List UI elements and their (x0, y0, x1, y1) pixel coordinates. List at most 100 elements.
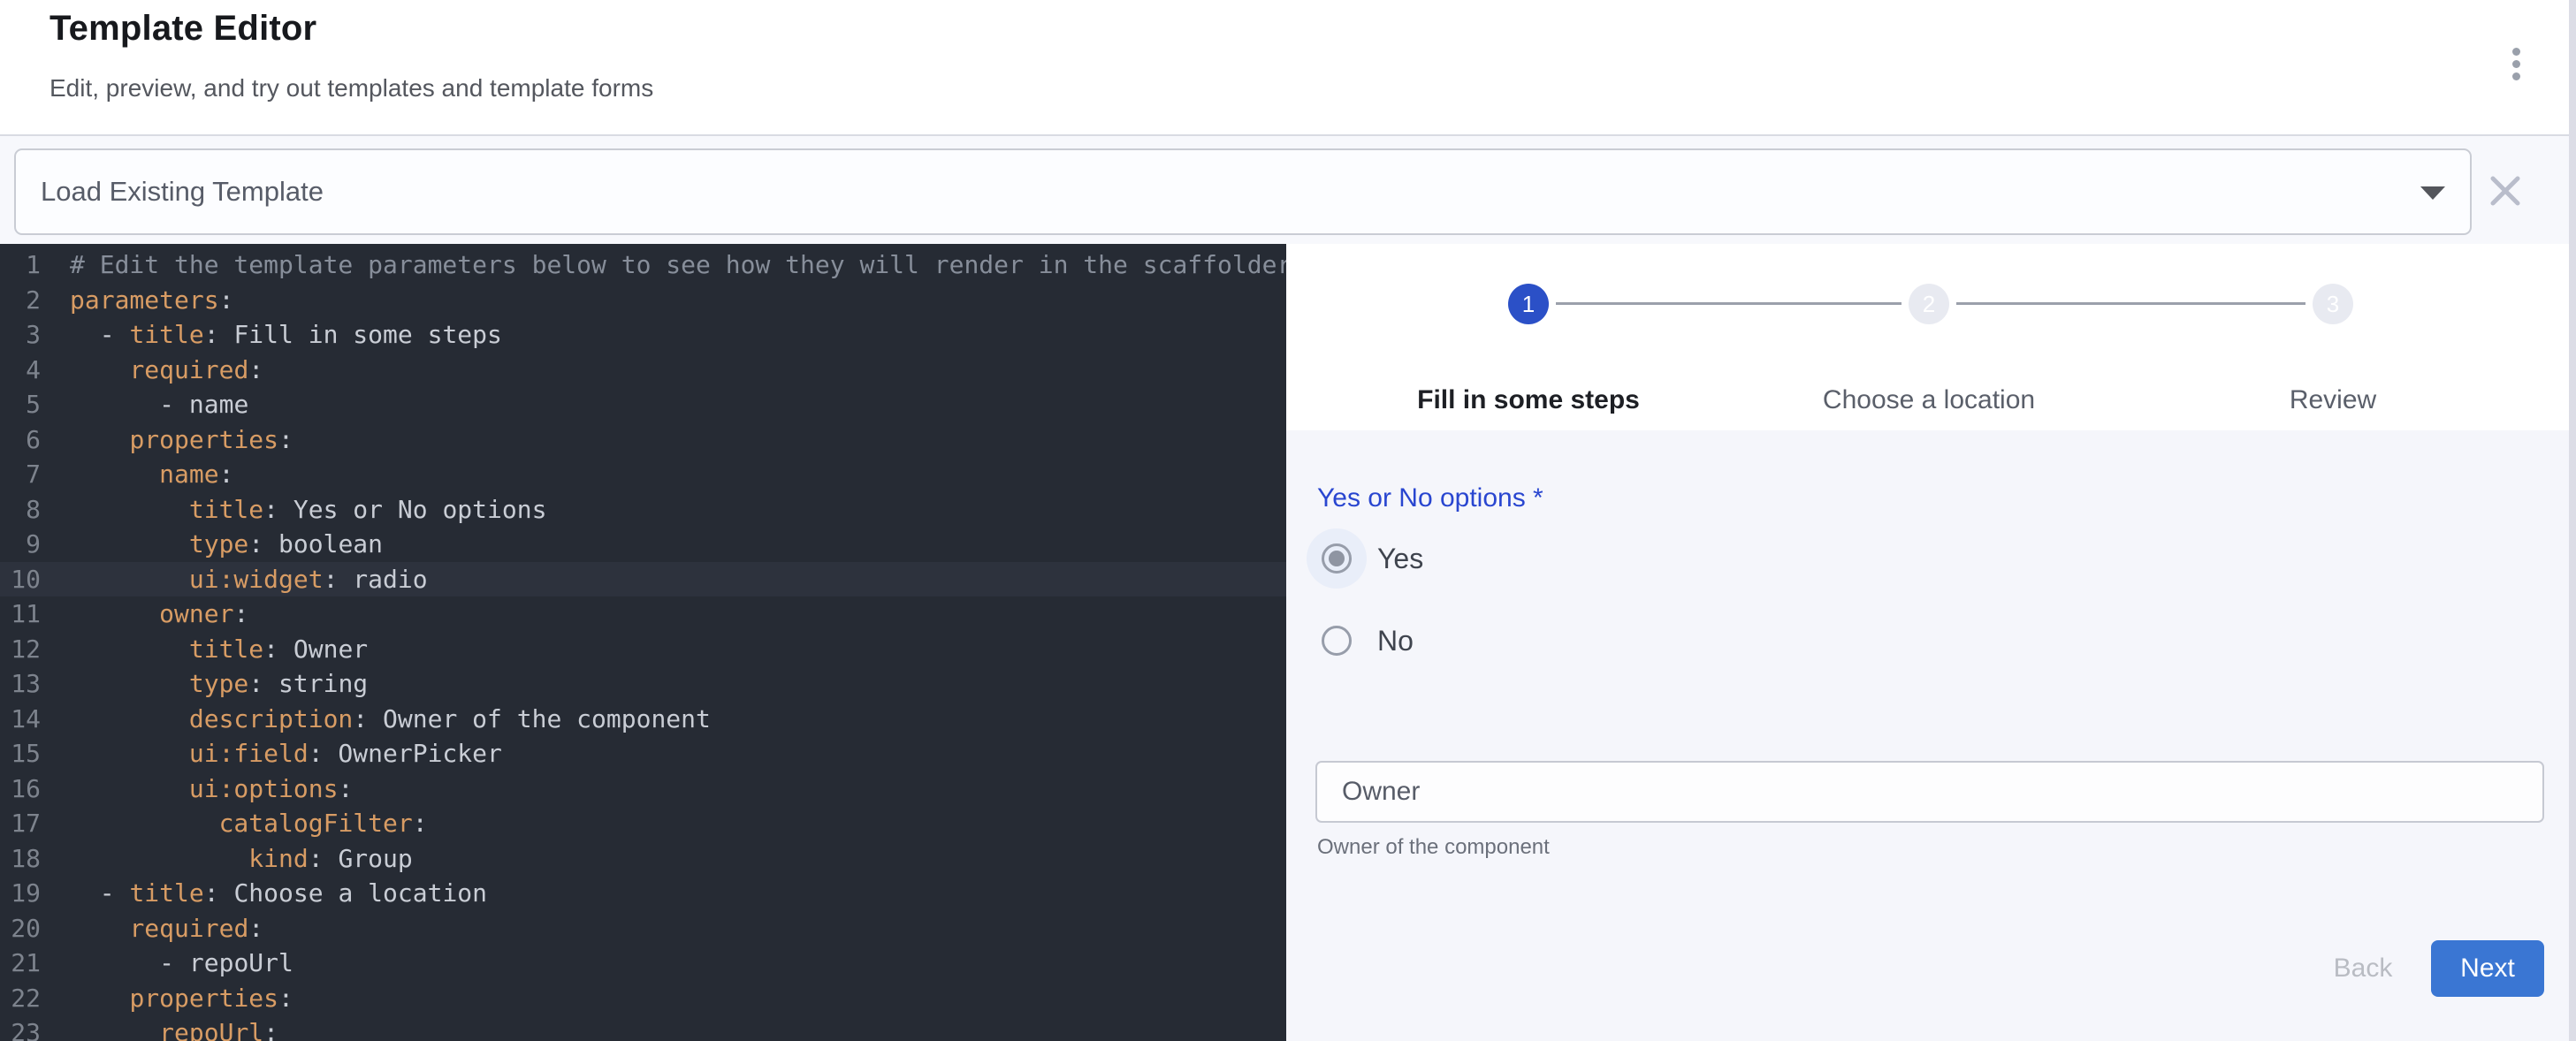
line-text: type: boolean (41, 527, 383, 562)
page-header: Template Editor Edit, preview, and try o… (0, 0, 2576, 134)
next-button[interactable]: Next (2431, 940, 2544, 997)
line-text: title: Owner (41, 632, 368, 667)
line-number: 7 (0, 457, 41, 492)
radio-option-yes[interactable]: Yes (1307, 528, 1423, 589)
radio-halo (1307, 528, 1367, 589)
kebab-menu-icon (2512, 60, 2520, 68)
line-text: required: (41, 353, 263, 388)
radio-group-label-text: Yes or No options (1317, 483, 1526, 513)
line-text: # Edit the template parameters below to … (41, 247, 1286, 283)
step-circle-2: 2 (1909, 284, 1949, 324)
line-number: 12 (0, 632, 41, 667)
line-number: 8 (0, 492, 41, 528)
code-line[interactable]: 4 required: (0, 353, 1286, 388)
line-text: repoUrl: (41, 1015, 278, 1041)
code-line[interactable]: 18 kind: Group (0, 841, 1286, 877)
radio-dot (1329, 551, 1345, 566)
line-text: ui:options: (41, 771, 353, 807)
load-existing-template-input[interactable] (41, 150, 2383, 233)
code-line[interactable]: 15 ui:field: OwnerPicker (0, 736, 1286, 771)
line-text: parameters: (41, 283, 233, 318)
radio-halo (1307, 611, 1367, 671)
radio-option-label: Yes (1377, 543, 1423, 575)
line-text: properties: (41, 981, 293, 1016)
code-line[interactable]: 10 ui:widget: radio (0, 562, 1286, 597)
page-title: Template Editor (50, 9, 316, 49)
code-line[interactable]: 13 type: string (0, 666, 1286, 702)
line-number: 18 (0, 841, 41, 877)
window-scrollbar-track[interactable] (2569, 0, 2576, 1041)
code-line[interactable]: 1# Edit the template parameters below to… (0, 247, 1286, 283)
line-text: kind: Group (41, 841, 413, 877)
load-template-toolbar (0, 134, 2576, 244)
code-line[interactable]: 9 type: boolean (0, 527, 1286, 562)
line-text: - repoUrl (41, 946, 293, 981)
template-preview-panel: 1 Fill in some steps 2 Choose a location 3 Re… (1286, 244, 2569, 1041)
step-connector (1556, 302, 1902, 305)
code-line[interactable]: 3 - title: Fill in some steps (0, 317, 1286, 353)
code-line[interactable]: 20 required: (0, 911, 1286, 946)
form-area: Yes or No options * Yes No Owner of the c… (1286, 430, 2569, 1041)
line-number: 1 (0, 247, 41, 283)
line-number: 13 (0, 666, 41, 702)
radio-option-no[interactable]: No (1307, 611, 1414, 671)
line-number: 4 (0, 353, 41, 388)
code-line[interactable]: 23 repoUrl: (0, 1015, 1286, 1041)
close-editor-button[interactable] (2486, 170, 2528, 212)
owner-field[interactable] (1315, 761, 2544, 823)
code-line[interactable]: 6 properties: (0, 422, 1286, 458)
line-number: 10 (0, 562, 41, 597)
step-label-3: Review (2147, 385, 2519, 415)
page-subtitle: Edit, preview, and try out templates and… (50, 74, 653, 103)
code-line[interactable]: 5 - name (0, 387, 1286, 422)
step-label-1: Fill in some steps (1343, 385, 1714, 415)
line-text: owner: (41, 596, 248, 632)
code-line[interactable]: 17 catalogFilter: (0, 806, 1286, 841)
radio-group-label: Yes or No options * (1317, 483, 1543, 513)
form-stepper: 1 Fill in some steps 2 Choose a location 3 Re… (1286, 244, 2569, 430)
line-number: 2 (0, 283, 41, 318)
line-number: 15 (0, 736, 41, 771)
radio-button-icon[interactable] (1322, 626, 1352, 656)
line-number: 19 (0, 876, 41, 911)
load-existing-template-combobox[interactable] (14, 148, 2472, 235)
step-circle-3: 3 (2313, 284, 2353, 324)
required-marker: * (1526, 483, 1543, 513)
code-area[interactable]: 1# Edit the template parameters below to… (0, 244, 1286, 1041)
line-text: ui:widget: radio (41, 562, 428, 597)
line-text: required: (41, 911, 263, 946)
step-circle-1: 1 (1508, 284, 1549, 324)
line-number: 22 (0, 981, 41, 1016)
code-line[interactable]: 12 title: Owner (0, 632, 1286, 667)
line-number: 17 (0, 806, 41, 841)
line-text: - title: Fill in some steps (41, 317, 502, 353)
owner-input[interactable] (1342, 763, 2518, 821)
code-line[interactable]: 8 title: Yes or No options (0, 492, 1286, 528)
line-text: - name (41, 387, 248, 422)
line-text: - title: Choose a location (41, 876, 487, 911)
radio-button-icon[interactable] (1322, 543, 1352, 574)
line-number: 20 (0, 911, 41, 946)
line-text: description: Owner of the component (41, 702, 711, 737)
code-line[interactable]: 11 owner: (0, 596, 1286, 632)
owner-helper-text: Owner of the component (1317, 835, 1550, 860)
radio-option-label: No (1377, 625, 1414, 657)
code-line[interactable]: 19 - title: Choose a location (0, 876, 1286, 911)
code-line[interactable]: 14 description: Owner of the component (0, 702, 1286, 737)
code-line[interactable]: 16 ui:options: (0, 771, 1286, 807)
kebab-menu-icon (2512, 48, 2520, 56)
step-connector (1956, 302, 2305, 305)
dropdown-arrow-icon[interactable] (2420, 186, 2445, 200)
code-line[interactable]: 22 properties: (0, 981, 1286, 1016)
line-number: 3 (0, 317, 41, 353)
more-options-button[interactable] (2495, 39, 2537, 88)
back-button[interactable]: Back (2310, 940, 2416, 997)
code-line[interactable]: 7 name: (0, 457, 1286, 492)
code-line[interactable]: 21 - repoUrl (0, 946, 1286, 981)
line-number: 23 (0, 1015, 41, 1041)
step-label-2: Choose a location (1743, 385, 2115, 415)
kebab-menu-icon (2512, 72, 2520, 80)
yaml-code-editor[interactable]: 1# Edit the template parameters below to… (0, 244, 1286, 1041)
line-text: ui:field: OwnerPicker (41, 736, 502, 771)
code-line[interactable]: 2parameters: (0, 283, 1286, 318)
